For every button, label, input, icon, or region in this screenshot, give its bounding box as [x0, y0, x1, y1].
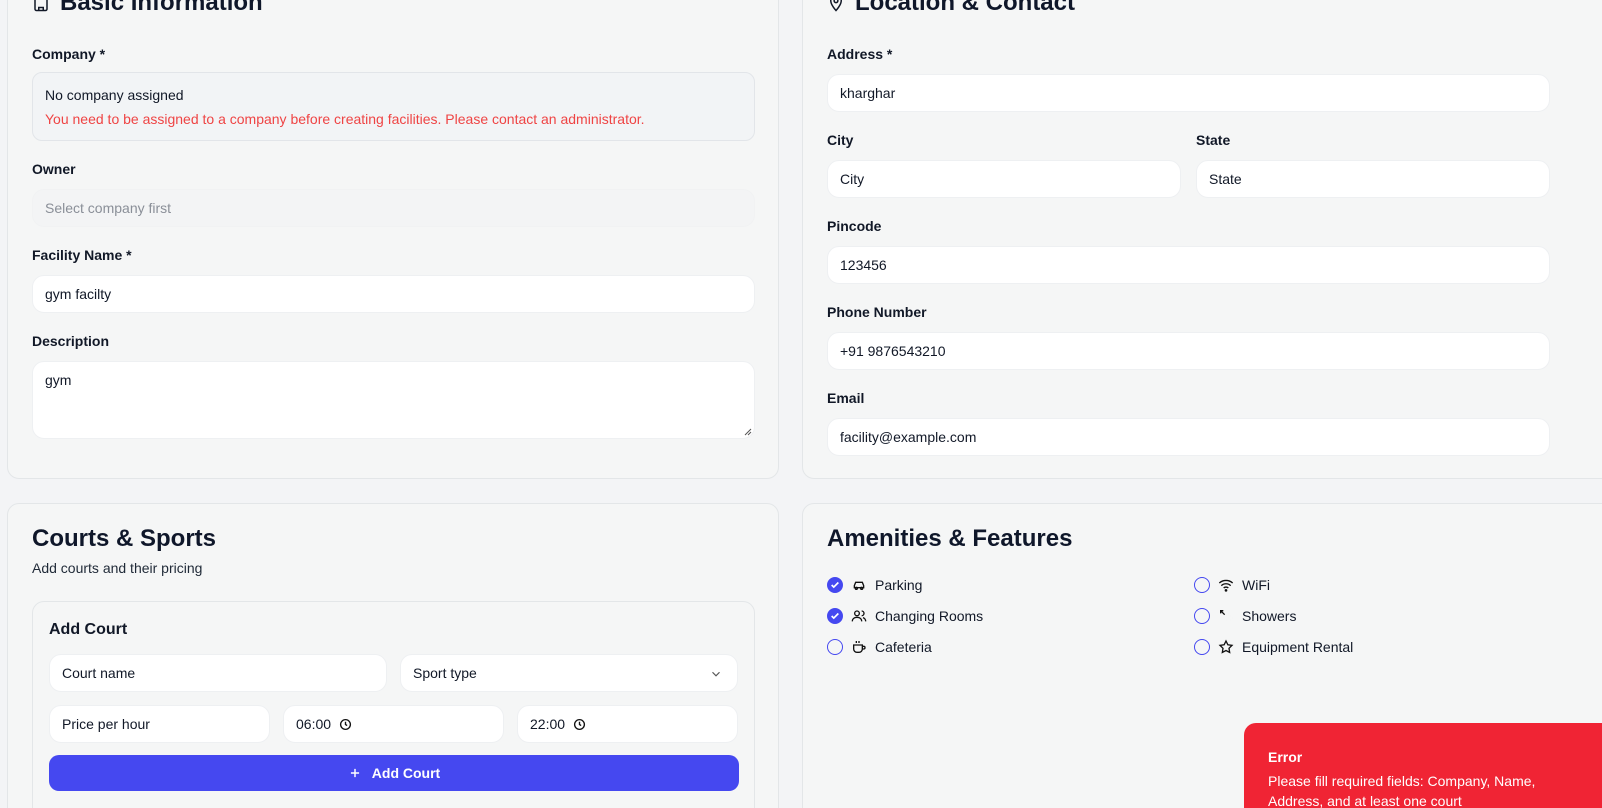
star-icon	[1218, 639, 1234, 655]
courts-sports-subtitle: Add courts and their pricing	[32, 560, 203, 576]
wifi-icon	[1218, 577, 1234, 593]
location-contact-title: Location & Contact	[855, 0, 1075, 16]
address-input[interactable]: kharghar	[827, 74, 1550, 112]
amenity-label: Changing Rooms	[875, 608, 984, 624]
phone-label: Phone Number	[827, 304, 927, 320]
amenity-label: WiFi	[1242, 577, 1270, 593]
check-icon	[831, 581, 839, 589]
car-icon	[851, 577, 867, 593]
coffee-icon	[851, 639, 867, 655]
open-time-value: 06:00	[296, 716, 332, 732]
sport-type-value: Sport type	[413, 665, 477, 681]
description-value: gym	[45, 372, 72, 388]
amenities-title: Amenities & Features	[827, 525, 1073, 552]
city-input[interactable]: City	[827, 160, 1181, 198]
amenity-cafeteria[interactable]: Cafeteria	[827, 637, 932, 657]
amenity-parking[interactable]: Parking	[827, 575, 922, 595]
basic-information-card: Basic Information Company * No company a…	[7, 0, 779, 479]
description-label: Description	[32, 333, 110, 349]
company-error-text: You need to be assigned to a company bef…	[45, 111, 645, 127]
amenity-wifi[interactable]: WiFi	[1194, 575, 1270, 595]
description-textarea[interactable]: gym	[32, 361, 755, 439]
checkbox-wifi[interactable]	[1194, 577, 1210, 593]
pincode-input[interactable]: 123456	[827, 246, 1550, 284]
close-time-input[interactable]: 22:00	[517, 705, 738, 743]
location-contact-card: Location & Contact Address * kharghar Ci…	[802, 0, 1602, 479]
owner-select[interactable]: Select company first	[32, 189, 755, 227]
amenity-label: Cafeteria	[875, 639, 932, 655]
resize-handle-icon[interactable]	[744, 428, 752, 436]
courts-sports-card: Courts & Sports Add courts and their pri…	[7, 503, 779, 808]
checkbox-cafeteria[interactable]	[827, 639, 843, 655]
checkbox-parking[interactable]	[827, 577, 843, 593]
price-per-hour-input[interactable]: Price per hour	[49, 705, 270, 743]
clock-icon[interactable]	[339, 718, 352, 731]
email-input[interactable]: facility@example.com	[827, 418, 1550, 456]
add-court-panel: Add Court Court name Sport type Price pe…	[32, 601, 755, 808]
amenity-label: Showers	[1242, 608, 1297, 624]
check-icon	[831, 612, 839, 620]
add-court-button-label: Add Court	[371, 765, 441, 781]
amenity-label: Equipment Rental	[1242, 639, 1354, 655]
clock-icon[interactable]	[573, 718, 586, 731]
state-label: State	[1196, 132, 1231, 148]
address-label: Address *	[827, 46, 893, 62]
checkbox-equipment-rental[interactable]	[1194, 639, 1210, 655]
facility-name-input[interactable]: gym facilty	[32, 275, 755, 313]
add-court-title: Add Court	[49, 621, 128, 638]
sport-type-select[interactable]: Sport type	[400, 654, 738, 692]
company-label: Company *	[32, 46, 106, 62]
courts-sports-title: Courts & Sports	[32, 525, 217, 552]
company-notice: No company assigned You need to be assig…	[32, 72, 755, 141]
add-court-button[interactable]: Add Court	[49, 755, 739, 791]
location-contact-heading: Location & Contact	[827, 0, 1075, 19]
pincode-label: Pincode	[827, 218, 882, 234]
map-pin-icon	[827, 0, 847, 19]
basic-information-heading: Basic Information	[32, 0, 263, 19]
city-label: City	[827, 132, 854, 148]
checkbox-showers[interactable]	[1194, 608, 1210, 624]
facility-name-label: Facility Name *	[32, 247, 132, 263]
owner-label: Owner	[32, 161, 76, 177]
amenity-label: Parking	[875, 577, 923, 593]
chevron-down-icon	[712, 671, 720, 677]
error-toast[interactable]: Error Please fill required fields: Compa…	[1244, 723, 1602, 808]
basic-information-title: Basic Information	[60, 0, 263, 16]
phone-input[interactable]: +91 9876543210	[827, 332, 1550, 370]
error-toast-message: Please fill required fields: Company, Na…	[1268, 773, 1536, 808]
plus-icon	[350, 768, 359, 778]
shower-icon	[1218, 608, 1234, 624]
amenity-showers[interactable]: Showers	[1194, 606, 1296, 626]
building-icon	[32, 0, 52, 19]
error-toast-title: Error	[1268, 749, 1303, 765]
amenity-changing-rooms[interactable]: Changing Rooms	[827, 606, 983, 626]
open-time-input[interactable]: 06:00	[283, 705, 504, 743]
court-name-input[interactable]: Court name	[49, 654, 387, 692]
amenity-equipment-rental[interactable]: Equipment Rental	[1194, 637, 1353, 657]
state-input[interactable]: State	[1196, 160, 1550, 198]
close-time-value: 22:00	[530, 716, 566, 732]
checkbox-changing-rooms[interactable]	[827, 608, 843, 624]
email-label: Email	[827, 390, 865, 406]
company-value: No company assigned	[45, 87, 184, 103]
users-icon	[851, 608, 867, 624]
